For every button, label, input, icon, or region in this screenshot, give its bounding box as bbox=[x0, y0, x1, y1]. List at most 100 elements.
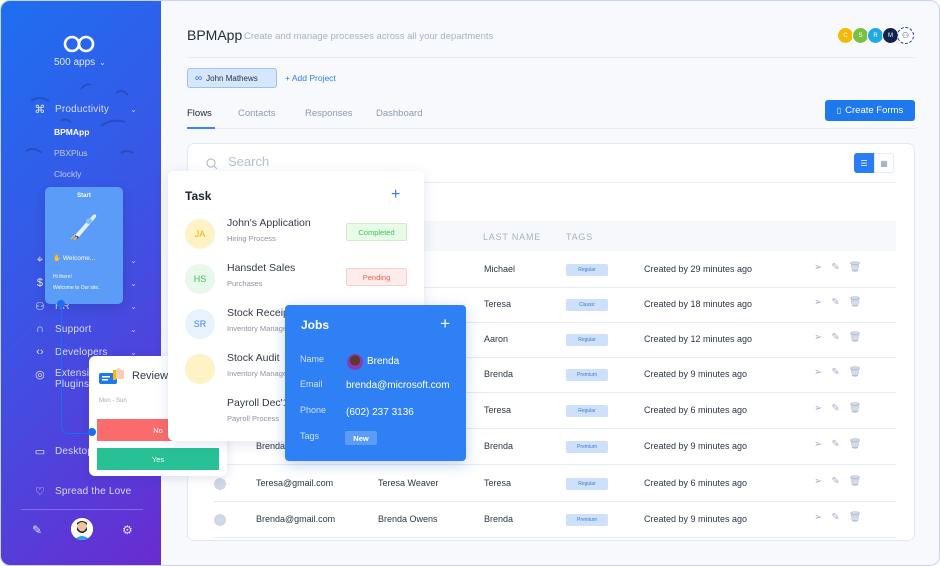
infinity-icon: ∞ bbox=[195, 72, 203, 84]
add-job-icon[interactable]: + bbox=[440, 314, 450, 334]
row-actions: ➢ ✎ 🗑 bbox=[814, 332, 861, 343]
yes-button[interactable]: Yes bbox=[97, 448, 219, 470]
tab-contacts[interactable]: Contacts bbox=[238, 108, 276, 119]
gear-icon[interactable]: ⚙ bbox=[122, 523, 133, 537]
row-actions: ➢ ✎ 🗑 bbox=[814, 403, 861, 414]
grid-view-icon[interactable]: ▦ bbox=[874, 153, 894, 173]
view-toggle: ☰ ▦ bbox=[854, 153, 894, 173]
edit-icon[interactable]: ✎ bbox=[831, 367, 839, 378]
email-cell: Brenda bbox=[256, 441, 286, 451]
send-icon[interactable]: ➢ bbox=[814, 439, 822, 450]
trash-icon[interactable]: 🗑 bbox=[849, 512, 862, 523]
send-icon[interactable]: ➢ bbox=[814, 403, 822, 414]
email-cell: Brenda@gmail.com bbox=[256, 514, 336, 524]
trash-icon[interactable]: 🗑 bbox=[849, 439, 862, 450]
send-icon[interactable]: ➢ bbox=[814, 297, 822, 308]
edit-icon[interactable]: ✎ bbox=[831, 297, 839, 308]
col-tags[interactable]: TAGS bbox=[566, 232, 593, 242]
connector-dot[interactable] bbox=[57, 300, 65, 308]
connector-dot[interactable] bbox=[88, 428, 96, 436]
header-divider bbox=[187, 57, 915, 58]
hi-text: Hi there! bbox=[53, 274, 72, 280]
nav-label: Desktop bbox=[55, 446, 94, 457]
tag-badge: Premium bbox=[566, 514, 608, 526]
trash-icon[interactable]: 🗑 bbox=[849, 476, 862, 487]
apps-dropdown[interactable]: 500 apps ⌄ bbox=[54, 57, 106, 68]
search-input[interactable] bbox=[228, 154, 528, 169]
phone-value[interactable]: (602) 237 3136 bbox=[346, 407, 414, 418]
chevron-down-icon: ⌄ bbox=[130, 324, 137, 334]
tag-badge: Regular bbox=[566, 264, 608, 276]
trash-icon[interactable]: 🗑 bbox=[849, 367, 862, 378]
email-label: Email bbox=[300, 379, 323, 389]
apps-label: 500 apps bbox=[54, 57, 96, 68]
trash-icon[interactable]: 🗑 bbox=[849, 297, 862, 308]
edit-icon[interactable]: ✎ bbox=[831, 262, 839, 273]
row-actions: ➢ ✎ 🗑 bbox=[814, 512, 861, 523]
chevron-down-icon: ⌄ bbox=[130, 278, 137, 288]
tab-dashboard[interactable]: Dashboard bbox=[376, 108, 422, 119]
add-task-icon[interactable]: + bbox=[391, 186, 400, 204]
last-name-cell: Teresa bbox=[484, 299, 512, 309]
create-forms-button[interactable]: ▯ Create Forms bbox=[825, 100, 915, 121]
trash-icon[interactable]: 🗑 bbox=[849, 332, 862, 343]
project-chip[interactable]: ∞ John Mathews bbox=[187, 68, 277, 88]
last-name-cell: Brenda bbox=[484, 514, 514, 524]
edit-icon[interactable]: ✎ bbox=[831, 403, 839, 414]
send-icon[interactable]: ➢ bbox=[814, 476, 822, 487]
sidebar-item-pbxplus[interactable]: PBXPlus bbox=[54, 148, 88, 158]
sidebar-item-clockly[interactable]: Clockly bbox=[54, 169, 81, 179]
created-cell: Created by 12 minutes ago bbox=[644, 334, 753, 344]
welcome-heading: ✋ Welcome... bbox=[53, 254, 95, 262]
phone-label: Phone bbox=[300, 405, 327, 415]
trash-icon[interactable]: 🗑 bbox=[849, 262, 862, 273]
send-icon[interactable]: ➢ bbox=[814, 262, 822, 273]
tag-badge: Premium bbox=[566, 369, 608, 381]
email-cell: Teresa@gmail.com bbox=[256, 478, 334, 488]
edit-icon[interactable]: ✎ bbox=[831, 476, 839, 487]
tab-responses[interactable]: Responses bbox=[305, 108, 353, 119]
app-window: 500 apps ⌄ ⌘ Productivity ⌄ BPMApp PBXPlus … bbox=[0, 0, 940, 566]
trash-icon[interactable]: 🗑 bbox=[849, 403, 862, 414]
task-item[interactable]: JA John's Application Hiring Process Comple… bbox=[185, 217, 415, 257]
wave-hand-icon: ✋ bbox=[53, 255, 62, 262]
send-icon[interactable]: ➢ bbox=[814, 332, 822, 343]
created-cell: Created by 6 minutes ago bbox=[644, 478, 748, 488]
nav-productivity[interactable]: ⌘ Productivity ⌄ bbox=[33, 103, 143, 116]
created-cell: Created by 9 minutes ago bbox=[644, 514, 748, 524]
list-view-icon[interactable]: ☰ bbox=[854, 153, 874, 173]
table-row[interactable]: Brenda@gmail.com Brenda Owens Brenda Premiu… bbox=[214, 502, 896, 538]
sidebar-divider bbox=[21, 509, 143, 510]
row-checkbox[interactable] bbox=[214, 514, 226, 526]
task-initials: JA bbox=[185, 219, 215, 249]
tag-badge: Premium bbox=[566, 441, 608, 453]
task-status-badge: Completed bbox=[346, 223, 407, 241]
start-title: Start bbox=[77, 193, 91, 199]
task-item[interactable]: HS Hansdet Sales Purchases Pending bbox=[185, 262, 415, 302]
row-checkbox[interactable] bbox=[214, 478, 226, 490]
feather-icon[interactable]: ✎ bbox=[32, 523, 42, 537]
sidebar-item-bpmapp[interactable]: BPMApp bbox=[54, 127, 89, 137]
chevron-down-icon: ⌄ bbox=[130, 302, 137, 311]
add-user-icon[interactable]: ⚇ bbox=[897, 27, 914, 44]
tab-flows[interactable]: Flows bbox=[187, 108, 212, 119]
email-value[interactable]: brenda@microsoft.com bbox=[346, 380, 450, 391]
welcome-text: Welcome... bbox=[62, 255, 96, 262]
last-name-cell: Michael bbox=[484, 264, 516, 274]
created-cell: Created by 6 minutes ago bbox=[644, 405, 748, 415]
jobs-title: Jobs bbox=[301, 318, 330, 332]
edit-icon[interactable]: ✎ bbox=[831, 512, 839, 523]
send-icon[interactable]: ➢ bbox=[814, 367, 822, 378]
table-row[interactable]: Teresa@gmail.com Teresa Weaver Teresa Regul… bbox=[214, 466, 896, 502]
chrome-icon: ◎ bbox=[35, 369, 45, 381]
edit-icon[interactable]: ✎ bbox=[831, 439, 839, 450]
send-icon[interactable]: ➢ bbox=[814, 512, 822, 523]
add-project-link[interactable]: + Add Project bbox=[285, 73, 336, 83]
nav-spread-love[interactable]: ♡ Spread the Love bbox=[33, 485, 143, 498]
logo-infinity-icon[interactable] bbox=[63, 35, 95, 53]
user-avatar[interactable] bbox=[71, 518, 93, 540]
start-card[interactable]: Start ✋ Welcome... Hi there! Welcome to … bbox=[45, 187, 123, 304]
edit-icon[interactable]: ✎ bbox=[831, 332, 839, 343]
col-last-name[interactable]: LAST NAME bbox=[483, 232, 541, 242]
chevron-down-icon: ⌄ bbox=[130, 256, 137, 265]
